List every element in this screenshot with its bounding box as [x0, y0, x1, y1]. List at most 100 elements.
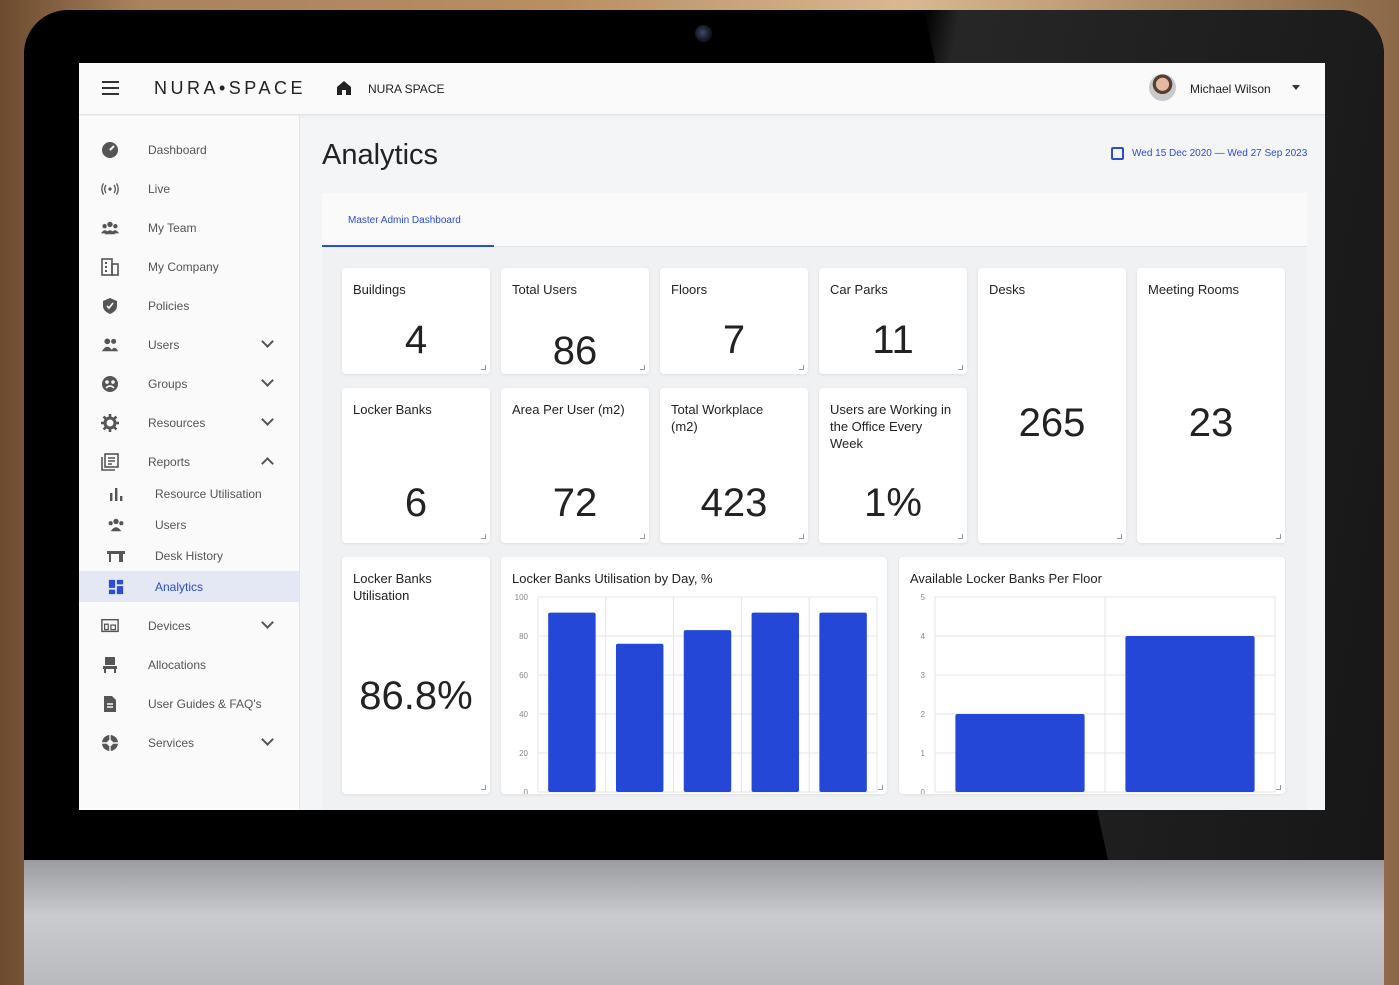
chart-lockers-per-floor: 012345Floor 1Floor 2	[921, 593, 1276, 794]
y-tick-label: 60	[519, 671, 528, 680]
bar	[819, 612, 867, 792]
stat-value: 72	[552, 481, 598, 525]
date-range-picker[interactable]: Wed 15 Dec 2020 — Wed 27 Sep 2023	[1111, 147, 1307, 160]
sidebar-item-policies[interactable]: Policies	[79, 289, 299, 321]
stat-card-total-users: Total Users 86	[501, 268, 649, 374]
sidebar-subitem-analytics[interactable]: Analytics	[79, 571, 299, 602]
menu-icon[interactable]	[102, 81, 119, 95]
home-icon[interactable]	[336, 80, 352, 96]
sidebar-item-live[interactable]: Live	[79, 172, 299, 204]
sidebar-item-my-company[interactable]: My Company	[79, 250, 299, 282]
sidebar-subitem-resource-utilisation[interactable]: Resource Utilisation	[79, 478, 299, 509]
team-icon	[108, 518, 124, 532]
devices-icon	[101, 618, 119, 633]
resize-handle-icon[interactable]	[958, 365, 963, 370]
sidebar-item-label: Groups	[148, 377, 188, 391]
sidebar-item-label: Live	[148, 182, 171, 196]
avatar[interactable]	[1149, 74, 1176, 101]
stat-label: Area Per User (m2)	[512, 402, 625, 417]
stat-label: Total Workplace (m2)	[671, 402, 764, 434]
y-tick-label: 0	[524, 788, 529, 794]
stat-value: 86.8%	[359, 674, 473, 718]
stat-card-locker-utilisation: Locker Banks Utilisation 86.8%	[342, 557, 490, 794]
resize-handle-icon[interactable]	[878, 785, 883, 790]
y-tick-label: 0	[921, 788, 926, 794]
chevron-down-icon[interactable]	[1292, 85, 1300, 90]
sidebar-item-label: Users	[148, 338, 180, 352]
stat-card-locker-banks: Locker Banks 6	[342, 388, 490, 543]
building-icon	[101, 258, 119, 276]
sidebar-item-devices[interactable]: Devices	[79, 609, 299, 641]
gear-icon	[101, 414, 119, 432]
resize-handle-icon[interactable]	[481, 365, 486, 370]
document-icon	[104, 696, 116, 712]
chevron-down-icon[interactable]	[261, 335, 274, 348]
chevron-up-icon[interactable]	[261, 457, 274, 470]
chart-utilisation-by-day: 020406080100MondayTuesdayWednesdayThursd…	[515, 593, 878, 794]
user-name[interactable]: Michael Wilson	[1190, 82, 1271, 96]
app-logo[interactable]: NURA•SPACE	[154, 78, 306, 99]
y-tick-label: 1	[921, 749, 926, 758]
resize-handle-icon[interactable]	[799, 534, 804, 539]
resize-handle-icon[interactable]	[799, 365, 804, 370]
monitor-frame: NURA•SPACE NURA SPACE Michael Wilson Das…	[24, 10, 1384, 985]
camera-icon	[695, 25, 712, 42]
chart-card-utilisation-by-day: Locker Banks Utilisation by Day, % 0 20 40…	[501, 557, 887, 794]
top-bar: NURA•SPACE NURA SPACE Michael Wilson	[79, 63, 1325, 115]
sidebar-item-groups[interactable]: Groups	[79, 367, 299, 399]
sidebar-item-dashboard[interactable]: Dashboard	[79, 133, 299, 165]
stat-value: 86	[552, 329, 598, 373]
sidebar-subitem-label: Desk History	[155, 549, 224, 563]
page-title: Analytics	[322, 139, 439, 171]
dashboard-icon	[102, 142, 118, 158]
sidebar-subitem-users[interactable]: Users	[79, 509, 299, 540]
stat-value: 1%	[864, 481, 922, 525]
sidebar-item-allocations[interactable]: Allocations	[79, 648, 299, 680]
y-tick-label: 2	[921, 710, 926, 719]
broadcast-icon	[101, 182, 119, 196]
chart-card-lockers-per-floor: Available Locker Banks Per Floor 012345F…	[899, 557, 1285, 794]
sidebar-item-reports[interactable]: Reports	[79, 445, 299, 477]
stat-value: 4	[404, 318, 428, 362]
chevron-down-icon[interactable]	[261, 374, 274, 387]
y-tick-label: 20	[519, 749, 528, 758]
resize-handle-icon[interactable]	[640, 534, 645, 539]
y-tick-label: 80	[519, 632, 528, 641]
tab-master-admin-dashboard[interactable]: Master Admin Dashboard	[322, 193, 494, 247]
resize-handle-icon[interactable]	[1276, 785, 1281, 790]
stat-value: 423	[700, 481, 768, 525]
stat-card-desks: Desks 265	[978, 268, 1126, 543]
bar	[548, 612, 596, 792]
y-tick-label: 40	[519, 710, 528, 719]
chevron-down-icon[interactable]	[261, 413, 274, 426]
stat-value: 7	[722, 318, 746, 362]
sidebar-item-my-team[interactable]: My Team	[79, 211, 299, 243]
resize-handle-icon[interactable]	[481, 785, 486, 790]
sidebar-item-label: Resources	[148, 416, 206, 430]
resize-handle-icon[interactable]	[1117, 534, 1122, 539]
sidebar-item-services[interactable]: Services	[79, 726, 299, 758]
sidebar-item-user-guides[interactable]: User Guides & FAQ's	[79, 687, 299, 719]
sidebar-item-label: User Guides & FAQ's	[148, 697, 262, 711]
resize-handle-icon[interactable]	[1276, 534, 1281, 539]
users-icon	[101, 338, 119, 352]
resize-handle-icon[interactable]	[640, 365, 645, 370]
sidebar-item-label: My Team	[148, 221, 197, 235]
sidebar-item-users[interactable]: Users	[79, 328, 299, 360]
bar	[615, 643, 664, 792]
resize-handle-icon[interactable]	[958, 534, 963, 539]
stat-value: 11	[872, 318, 914, 362]
stat-value: 265	[1018, 401, 1086, 445]
groups-icon	[102, 376, 118, 392]
chevron-down-icon[interactable]	[261, 616, 274, 629]
resize-handle-icon[interactable]	[481, 534, 486, 539]
tab-label: Master Admin Dashboard	[348, 215, 461, 226]
chevron-down-icon[interactable]	[261, 733, 274, 746]
site-name[interactable]: NURA SPACE	[368, 82, 444, 96]
stat-label: Desks	[989, 282, 1026, 297]
sidebar: Dashboard Live My Team My Company Polici…	[79, 116, 300, 810]
sidebar-item-label: My Company	[148, 260, 219, 274]
sidebar-item-resources[interactable]: Resources	[79, 406, 299, 438]
sidebar-subitem-desk-history[interactable]: Desk History	[79, 540, 299, 571]
stat-label: Car Parks	[830, 282, 888, 297]
